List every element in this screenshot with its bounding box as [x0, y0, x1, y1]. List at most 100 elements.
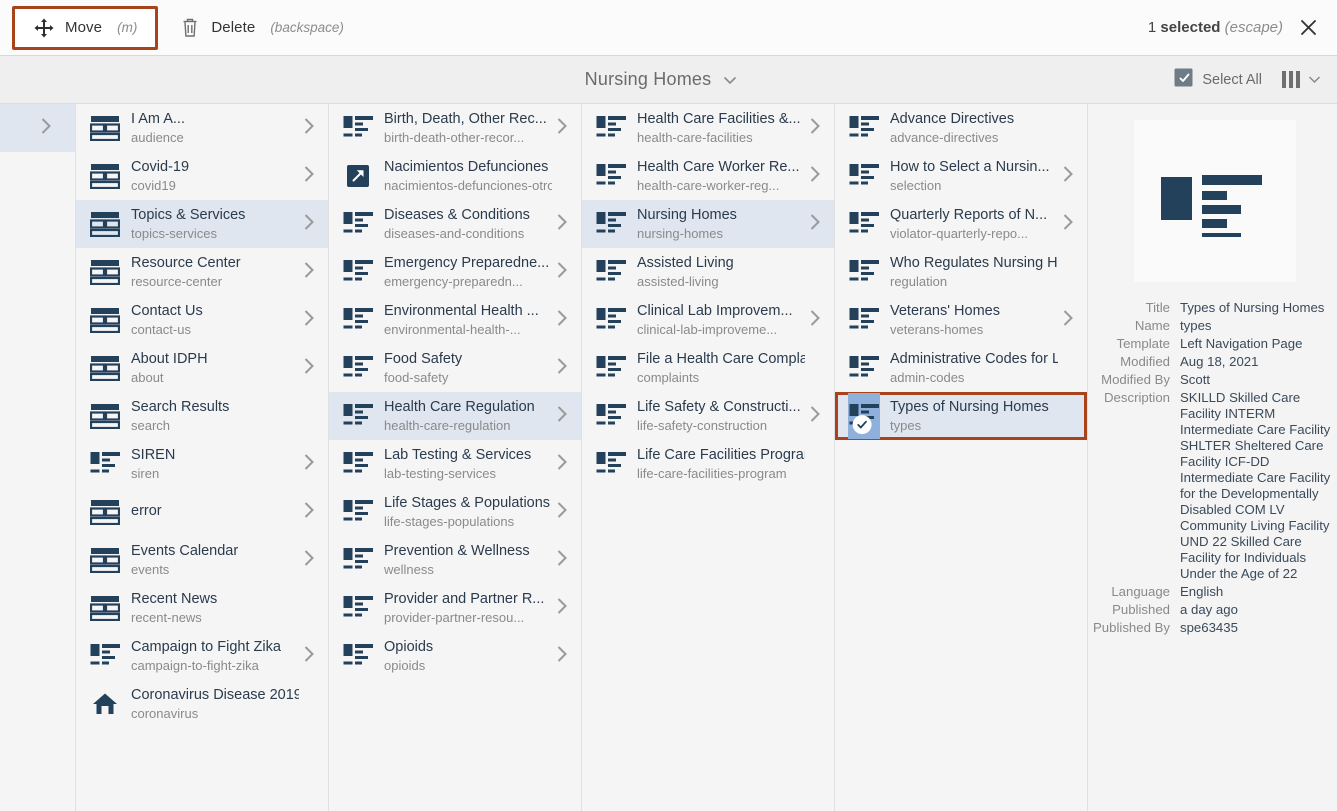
- chevron-right-icon[interactable]: [1058, 165, 1078, 188]
- list-item-icon: [342, 305, 374, 335]
- chevron-right-icon[interactable]: [1058, 309, 1078, 332]
- breadcrumb-current-dropdown[interactable]: Nursing Homes: [585, 69, 738, 90]
- list-item-title: Opioids: [384, 638, 434, 655]
- list-item[interactable]: Opioids opioids: [329, 632, 581, 680]
- chevron-right-icon[interactable]: [552, 117, 572, 140]
- chevron-right-icon[interactable]: [805, 309, 825, 332]
- close-icon[interactable]: [1297, 17, 1319, 39]
- list-item[interactable]: Life Care Facilities Program life-care-fa…: [582, 440, 834, 488]
- chevron-right-icon[interactable]: [299, 309, 319, 332]
- list-item[interactable]: Types of Nursing Homes types: [835, 392, 1087, 440]
- list-item[interactable]: Coronavirus Disease 2019 (CO... coronavir…: [76, 680, 328, 728]
- list-item[interactable]: Nursing Homes nursing-homes: [582, 200, 834, 248]
- list-item[interactable]: I Am A... audience: [76, 104, 328, 152]
- list-item[interactable]: error: [76, 488, 328, 536]
- chevron-right-icon[interactable]: [299, 501, 319, 524]
- chevron-right-icon[interactable]: [299, 645, 319, 668]
- chevron-right-icon[interactable]: [299, 357, 319, 380]
- chevron-right-icon[interactable]: [805, 117, 825, 140]
- list-item[interactable]: Food Safety food-safety: [329, 344, 581, 392]
- chevron-right-icon[interactable]: [552, 597, 572, 620]
- list-item[interactable]: Veterans' Homes veterans-homes: [835, 296, 1087, 344]
- list-item[interactable]: Campaign to Fight Zika campaign-to-fight-…: [76, 632, 328, 680]
- list-item-icon: [848, 257, 880, 287]
- chevron-right-icon[interactable]: [552, 405, 572, 428]
- list-item[interactable]: Diseases & Conditions diseases-and-condit…: [329, 200, 581, 248]
- chevron-right-icon[interactable]: [299, 453, 319, 476]
- chevron-right-icon[interactable]: [299, 261, 319, 284]
- list-item-icon: [342, 497, 374, 527]
- list-item-icon: [595, 161, 627, 191]
- list-item[interactable]: About IDPH about: [76, 344, 328, 392]
- chevron-right-icon[interactable]: [805, 405, 825, 428]
- list-item-subtitle: recent-news: [131, 609, 202, 625]
- list-item[interactable]: Who Regulates Nursing Homes? regulation: [835, 248, 1087, 296]
- nav-page-icon: [90, 163, 120, 189]
- list-item[interactable]: Resource Center resource-center: [76, 248, 328, 296]
- chevron-right-icon[interactable]: [1058, 213, 1078, 236]
- chevron-right-icon[interactable]: [552, 357, 572, 380]
- property-row: Description SKILLD Skilled Care Facility …: [1088, 390, 1337, 582]
- list-item-title: Health Care Regulation: [384, 398, 535, 415]
- list-item[interactable]: Environmental Health ... environmental-he…: [329, 296, 581, 344]
- list-item[interactable]: SIREN siren: [76, 440, 328, 488]
- list-item[interactable]: Health Care Regulation health-care-regula…: [329, 392, 581, 440]
- property-row: Published a day ago: [1088, 602, 1337, 618]
- chevron-down-icon: [1308, 75, 1321, 84]
- select-all-button[interactable]: Select All: [1174, 68, 1262, 92]
- list-item-subtitle: lab-testing-services: [384, 465, 496, 481]
- list-item[interactable]: Recent News recent-news: [76, 584, 328, 632]
- list-item[interactable]: Provider and Partner R... provider-partne…: [329, 584, 581, 632]
- move-button[interactable]: Move (m): [12, 5, 159, 50]
- list-item[interactable]: Emergency Preparedne... emergency-prepare…: [329, 248, 581, 296]
- list-item[interactable]: Health Care Worker Re... health-care-work…: [582, 152, 834, 200]
- chevron-right-icon[interactable]: [552, 549, 572, 572]
- list-item[interactable]: Administrative Codes for Long ... admin-c…: [835, 344, 1087, 392]
- chevron-right-icon: [809, 117, 821, 140]
- delete-button[interactable]: Delete (backspace): [158, 6, 365, 50]
- chevron-right-icon[interactable]: [299, 117, 319, 140]
- list-item[interactable]: Topics & Services topics-services: [76, 200, 328, 248]
- chevron-right-icon[interactable]: [299, 549, 319, 572]
- chevron-right-icon[interactable]: [552, 645, 572, 668]
- list-item[interactable]: Advance Directives advance-directives: [835, 104, 1087, 152]
- list-item-icon: [342, 641, 374, 671]
- chevron-right-icon[interactable]: [805, 165, 825, 188]
- nav-page-icon: [90, 307, 120, 333]
- list-item[interactable]: Clinical Lab Improvem... clinical-lab-imp…: [582, 296, 834, 344]
- chevron-right-icon[interactable]: [805, 213, 825, 236]
- column-view-toggle[interactable]: [1282, 71, 1321, 88]
- list-item[interactable]: Life Stages & Populations life-stages-pop…: [329, 488, 581, 536]
- list-item[interactable]: How to Select a Nursin... selection: [835, 152, 1087, 200]
- chevron-right-icon[interactable]: [36, 117, 56, 140]
- property-row: Name types: [1088, 318, 1337, 334]
- property-value: Left Navigation Page: [1180, 336, 1303, 351]
- chevron-right-icon[interactable]: [299, 165, 319, 188]
- list-item[interactable]: Assisted Living assisted-living: [582, 248, 834, 296]
- chevron-right-icon: [809, 213, 821, 236]
- chevron-right-icon[interactable]: [552, 453, 572, 476]
- list-item[interactable]: Lab Testing & Services lab-testing-servic…: [329, 440, 581, 488]
- chevron-right-icon[interactable]: [552, 309, 572, 332]
- list-item[interactable]: Life Safety & Constructi... life-safety-c…: [582, 392, 834, 440]
- list-item[interactable]: Covid-19 covid19: [76, 152, 328, 200]
- chevron-right-icon[interactable]: [299, 213, 319, 236]
- list-item[interactable]: Health Care Facilities &... health-care-f…: [582, 104, 834, 152]
- list-item[interactable]: File a Health Care Complaint complaints: [582, 344, 834, 392]
- property-row: Modified By Scott: [1088, 372, 1337, 388]
- list-item-subtitle: assisted-living: [637, 273, 719, 289]
- list-item[interactable]: Search Results search: [76, 392, 328, 440]
- list-item[interactable]: Events Calendar events: [76, 536, 328, 584]
- list-item-text: Environmental Health ... environmental-he…: [384, 302, 552, 338]
- content-page-icon: [849, 307, 879, 333]
- list-item[interactable]: [0, 104, 75, 152]
- content-page-icon: [596, 355, 626, 381]
- chevron-right-icon[interactable]: [552, 213, 572, 236]
- chevron-right-icon[interactable]: [552, 261, 572, 284]
- list-item[interactable]: Contact Us contact-us: [76, 296, 328, 344]
- list-item[interactable]: Quarterly Reports of N... violator-quarte…: [835, 200, 1087, 248]
- list-item[interactable]: Nacimientos Defunciones Otr... nacimiento…: [329, 152, 581, 200]
- list-item[interactable]: Birth, Death, Other Rec... birth-death-ot…: [329, 104, 581, 152]
- list-item[interactable]: Prevention & Wellness wellness: [329, 536, 581, 584]
- chevron-right-icon[interactable]: [552, 501, 572, 524]
